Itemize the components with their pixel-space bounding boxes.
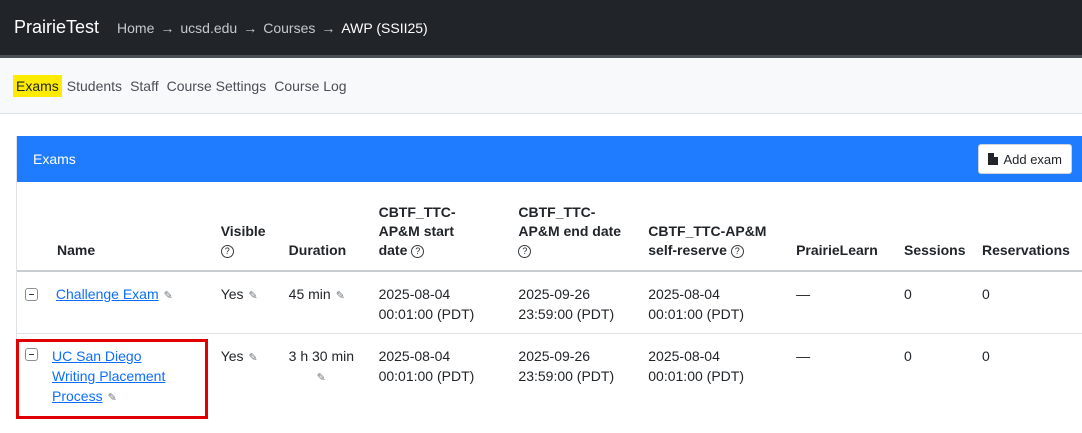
table-row: UC San Diego Writing Placement Process ✎ … (17, 333, 1082, 433)
visible-cell: Yes ✎ (213, 333, 281, 433)
col-start-date-header: CBTF_TTC- AP&M start date ? (370, 182, 511, 272)
exam-link-line[interactable]: Writing Placement (52, 368, 165, 384)
breadcrumb-separator: → (243, 19, 258, 36)
add-exam-button[interactable]: Add exam (978, 144, 1072, 174)
file-plus-icon (988, 153, 999, 165)
sessions-cell: 0 (904, 347, 912, 364)
self-reserve-cell: 2025-08-04 00:01:00 (PDT) (640, 333, 788, 433)
col-visible-header: Visible ? (212, 182, 281, 272)
date-value: 2025-08-04 (648, 286, 720, 302)
time-value: 00:01:00 (PDT) (378, 367, 475, 384)
col-prairielearn-header: PrairieLearn (788, 182, 897, 272)
edit-icon[interactable]: ✎ (164, 286, 173, 306)
start-date-cell: 2025-08-04 00:01:00 (PDT) (371, 333, 511, 433)
breadcrumb-home[interactable]: Home (117, 20, 154, 36)
edit-icon[interactable]: ✎ (336, 286, 345, 306)
sessions-cell: 0 (896, 271, 974, 334)
exam-link-line[interactable]: Process (52, 388, 103, 404)
expand-toggle-icon[interactable] (25, 347, 38, 361)
name-cell: Challenge Exam ✎ (17, 271, 213, 334)
col-name-header: Name (17, 182, 213, 272)
date-value: 2025-08-04 (378, 286, 451, 302)
end-date-cell: 2025-09-26 23:59:00 (PDT) (510, 271, 641, 334)
duration-cell: 45 min ✎ (280, 271, 371, 334)
expand-toggle-icon[interactable] (25, 288, 38, 301)
duration-value: 3 h 30 min (288, 347, 355, 364)
date-value: 2025-08-04 (648, 347, 720, 364)
col-start-line: CBTF_TTC- (378, 204, 456, 220)
exams-card-header: Exams Add exam (17, 136, 1082, 182)
course-nav: Exams Students Staff Course Settings Cou… (0, 58, 1082, 114)
self-reserve-cell: 2025-08-04 00:01:00 (PDT) (640, 271, 789, 334)
brand-link[interactable]: PrairieTest (14, 17, 99, 38)
table-row: Challenge Exam ✎ Yes ✎ 45 min ✎ 2025-08-04 0… (17, 271, 1082, 334)
col-reservations-header: Reservations (973, 182, 1082, 272)
card-title: Exams (33, 151, 76, 167)
tab-course-log[interactable]: Course Log (274, 78, 346, 94)
name-cell: UC San Diego Writing Placement Process ✎ (17, 333, 213, 433)
add-exam-label: Add exam (1003, 151, 1062, 167)
top-navbar: PrairieTest Home → ucsd.edu → Courses → … (0, 0, 1082, 58)
tab-course-settings[interactable]: Course Settings (167, 78, 267, 94)
time-value: 23:59:00 (PDT) (518, 367, 615, 384)
col-start-line: AP&M start (378, 223, 455, 239)
exams-card: Exams Add exam Name Visible ? Duration C… (16, 136, 1082, 419)
edit-icon[interactable]: ✎ (249, 286, 258, 306)
breadcrumb-institution[interactable]: ucsd.edu (180, 20, 237, 36)
help-icon[interactable]: ? (411, 244, 425, 258)
breadcrumb: Home → ucsd.edu → Courses → AWP (SSII25) (117, 20, 428, 36)
col-self-reserve-header: CBTF_TTC-AP&M self-reserve ? (640, 182, 789, 272)
tab-staff[interactable]: Staff (130, 78, 159, 94)
col-visible-label: Visible (220, 223, 266, 239)
breadcrumb-separator: → (160, 19, 175, 36)
time-value: 00:01:00 (PDT) (648, 367, 744, 384)
col-sessions-header: Sessions (896, 182, 974, 272)
col-duration-header: Duration (280, 182, 371, 272)
help-icon[interactable]: ? (730, 244, 744, 258)
col-reserve-line: CBTF_TTC-AP&M (648, 223, 767, 239)
tab-students[interactable]: Students (67, 78, 122, 94)
reservations-cell: 0 (973, 271, 1082, 334)
exam-link[interactable]: Challenge Exam (56, 286, 159, 302)
exam-link-line[interactable]: UC San Diego (52, 348, 142, 364)
exams-table: Name Visible ? Duration CBTF_TTC- AP&M s… (17, 182, 1082, 433)
col-start-line: date (378, 242, 408, 258)
duration-cell: 3 h 30 min ✎ (281, 333, 371, 433)
help-icon[interactable]: ? (518, 244, 532, 258)
col-end-date-header: CBTF_TTC- AP&M end date ? (510, 182, 641, 272)
date-value: 2025-08-04 (378, 347, 451, 364)
breadcrumb-current-course[interactable]: AWP (SSII25) (341, 20, 427, 36)
help-icon[interactable]: ? (220, 244, 234, 258)
time-value: 00:01:00 (PDT) (378, 306, 475, 322)
time-value: 00:01:00 (PDT) (648, 306, 744, 322)
visible-value: Yes (220, 347, 244, 364)
breadcrumb-courses[interactable]: Courses (263, 20, 315, 36)
edit-icon[interactable]: ✎ (249, 348, 258, 368)
visible-cell: Yes ✎ (212, 271, 281, 334)
prairielearn-cell: — (788, 271, 897, 334)
tab-exams[interactable]: Exams (13, 74, 62, 97)
date-value: 2025-09-26 (518, 347, 591, 364)
date-value: 2025-09-26 (518, 286, 591, 302)
col-end-line: AP&M end date (518, 223, 622, 239)
end-date-cell: 2025-09-26 23:59:00 (PDT) (510, 333, 640, 433)
reservations-cell: 0 (981, 347, 990, 364)
time-value: 23:59:00 (PDT) (518, 306, 615, 322)
edit-icon[interactable]: ✎ (317, 368, 326, 388)
prairielearn-cell: — (796, 347, 811, 364)
edit-icon[interactable]: ✎ (108, 388, 117, 408)
start-date-cell: 2025-08-04 00:01:00 (PDT) (370, 271, 511, 334)
col-end-line: CBTF_TTC- (518, 204, 596, 220)
duration-value: 45 min (288, 286, 331, 302)
breadcrumb-separator: → (321, 19, 336, 36)
col-reserve-line: self-reserve (648, 242, 727, 258)
visible-value: Yes (220, 286, 244, 302)
table-header-row: Name Visible ? Duration CBTF_TTC- AP&M s… (17, 182, 1082, 272)
